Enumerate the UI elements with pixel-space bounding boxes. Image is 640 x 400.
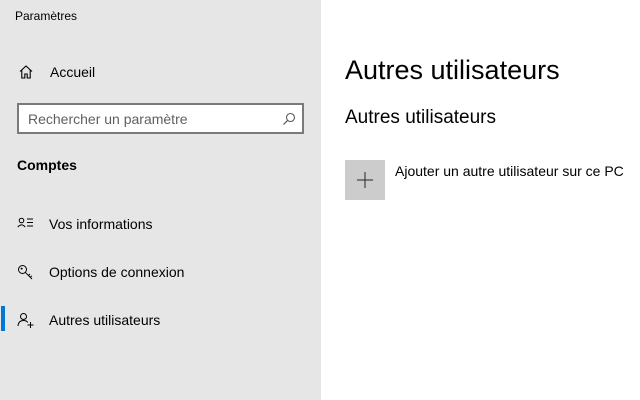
sidebar-item-label: Options de connexion <box>49 264 185 280</box>
sidebar-item-vos-informations[interactable]: Vos informations <box>0 208 321 240</box>
main-content: Autres utilisateurs Autres utilisateurs … <box>321 0 640 400</box>
sidebar-item-options-de-connexion[interactable]: Options de connexion <box>0 256 321 288</box>
app-title: Paramètres <box>15 9 78 23</box>
section-title: Comptes <box>17 157 77 173</box>
add-person-icon <box>17 312 35 328</box>
page-title: Autres utilisateurs <box>345 55 560 85</box>
sidebar-item-label: Autres utilisateurs <box>49 312 161 328</box>
settings-window: Paramètres Accueil Comptes <box>0 0 640 400</box>
person-card-icon <box>17 216 35 232</box>
sidebar-item-home[interactable]: Accueil <box>0 56 321 88</box>
sidebar: Paramètres Accueil Comptes <box>0 0 321 400</box>
search-box[interactable] <box>17 103 304 134</box>
add-user-label[interactable]: Ajouter un autre utilisateur sur ce PC <box>395 163 624 179</box>
plus-icon <box>357 172 373 188</box>
key-icon <box>17 264 35 280</box>
active-indicator <box>1 306 5 331</box>
search-input[interactable] <box>28 105 268 132</box>
sidebar-item-autres-utilisateurs[interactable]: Autres utilisateurs <box>0 304 321 336</box>
section-heading: Autres utilisateurs <box>345 107 497 128</box>
sidebar-item-label: Vos informations <box>49 216 153 232</box>
plus-tile[interactable] <box>345 160 385 200</box>
sidebar-item-label: Accueil <box>50 64 96 80</box>
search-icon[interactable] <box>282 112 296 126</box>
add-user-button[interactable]: Ajouter un autre utilisateur sur ce PC <box>345 160 640 201</box>
home-icon <box>18 64 34 80</box>
